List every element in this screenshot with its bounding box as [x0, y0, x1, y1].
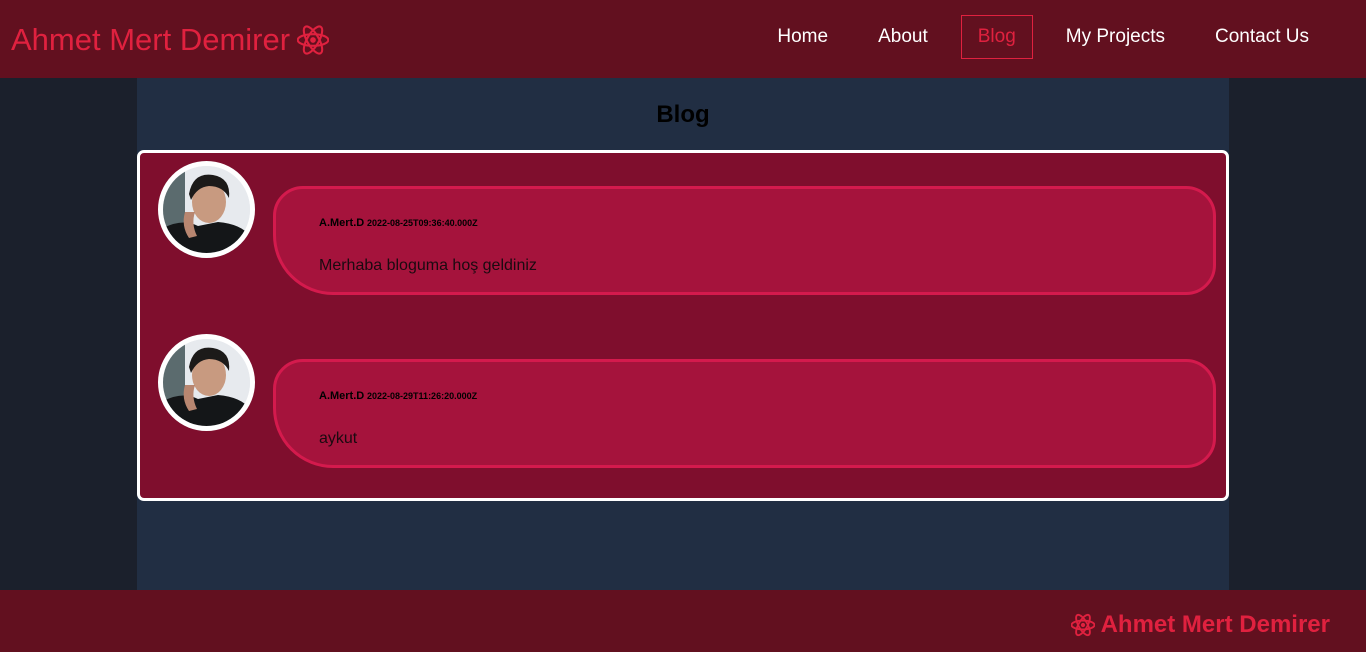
page-title: Blog [656, 101, 710, 128]
post-bubble: A.Mert.D 2022-08-29T11:26:20.000Z aykut [273, 359, 1216, 468]
main-content: Blog A.Mert.D 2022-08-25T09:36:40.000Z M… [137, 78, 1229, 590]
post-author: A.Mert.D [319, 217, 365, 229]
nav-about[interactable]: About [861, 15, 945, 59]
nav-blog[interactable]: Blog [960, 15, 1033, 59]
post-content: aykut [319, 430, 358, 447]
react-atom-icon [297, 25, 330, 55]
nav-home[interactable]: Home [760, 15, 845, 59]
author-avatar [158, 161, 255, 258]
footer: Ahmet Mert Demirer [0, 590, 1366, 652]
blog-posts-container: A.Mert.D 2022-08-25T09:36:40.000Z Merhab… [137, 150, 1229, 501]
brand-link[interactable]: Ahmet Mert Demirer [11, 22, 330, 58]
post-date: 2022-08-25T09:36:40.000Z [367, 218, 478, 228]
blog-post: A.Mert.D 2022-08-25T09:36:40.000Z Merhab… [140, 156, 1226, 295]
post-author: A.Mert.D [319, 390, 365, 402]
react-atom-icon [1070, 613, 1095, 637]
post-meta: A.Mert.D 2022-08-29T11:26:20.000Z [319, 390, 477, 402]
nav-contact-us[interactable]: Contact Us [1198, 15, 1326, 59]
post-meta: A.Mert.D 2022-08-25T09:36:40.000Z [319, 217, 478, 229]
post-date: 2022-08-29T11:26:20.000Z [367, 391, 478, 401]
blog-post: A.Mert.D 2022-08-29T11:26:20.000Z aykut [140, 329, 1226, 468]
post-content: Merhaba bloguma hoş geldiniz [319, 257, 537, 274]
footer-brand-name: Ahmet Mert Demirer [1100, 611, 1330, 638]
nav-menu: Home About Blog My Projects Contact Us [744, 15, 1326, 59]
footer-brand: Ahmet Mert Demirer [1070, 611, 1330, 639]
author-avatar [158, 334, 255, 431]
brand-name: Ahmet Mert Demirer [11, 22, 291, 57]
nav-my-projects[interactable]: My Projects [1049, 15, 1182, 59]
post-bubble: A.Mert.D 2022-08-25T09:36:40.000Z Merhab… [273, 186, 1216, 295]
navbar: Ahmet Mert Demirer Home About Blog My Pr… [0, 0, 1366, 78]
